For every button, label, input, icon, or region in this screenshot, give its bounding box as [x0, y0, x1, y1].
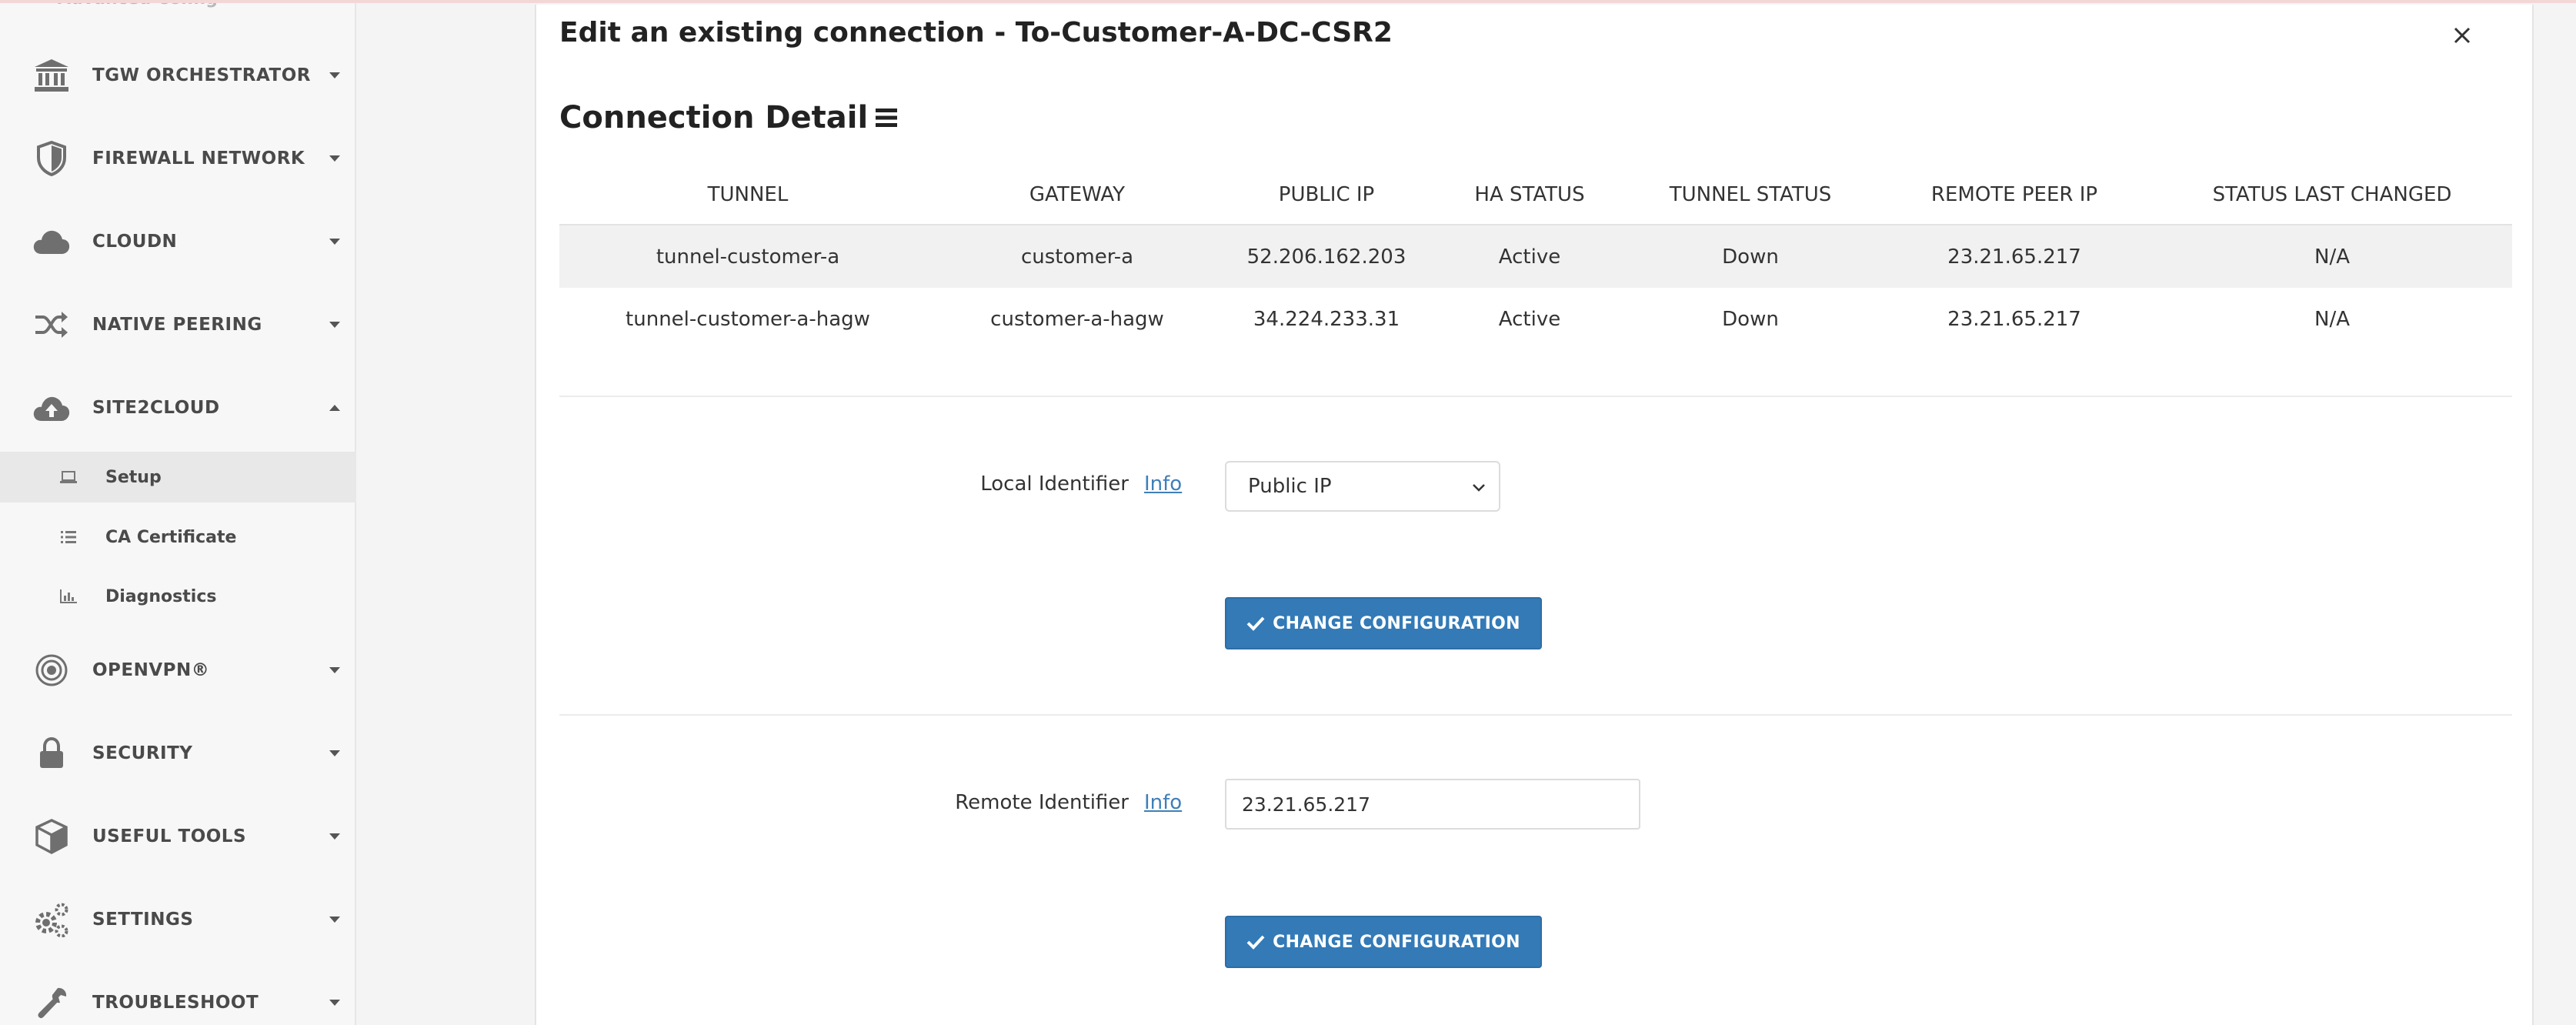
sidebar-item-native-peering[interactable]: NATIVE PEERING — [0, 294, 356, 356]
column-header-tunnel[interactable]: TUNNEL — [559, 165, 936, 225]
column-header-tunnel-status[interactable]: TUNNEL STATUS — [1624, 165, 1877, 225]
laptop-icon — [58, 467, 78, 487]
sidebar-item-label: FIREWALL NETWORK — [92, 149, 305, 169]
close-icon — [2454, 27, 2471, 44]
column-header-status-last-changed[interactable]: STATUS LAST CHANGED — [2152, 165, 2512, 225]
cell-tunnel: tunnel-customer-a-hagw — [626, 308, 870, 331]
divider — [559, 396, 2512, 397]
shield-icon — [32, 139, 71, 178]
gears-icon — [32, 900, 71, 939]
bank-icon — [32, 56, 71, 95]
sidebar-item-label: Setup — [105, 467, 162, 487]
local-identifier-info-link[interactable]: Info — [1144, 472, 1182, 496]
sidebar-item-diagnostics[interactable]: Diagnostics — [0, 571, 356, 622]
remote-identifier-info-link[interactable]: Info — [1144, 791, 1182, 814]
button-label: CHANGE CONFIGURATION — [1273, 932, 1520, 952]
sidebar-item-setup[interactable]: Setup — [0, 452, 356, 502]
menu-button[interactable] — [873, 105, 899, 131]
cell-gateway: customer-a-hagw — [990, 308, 1164, 331]
chevron-down-icon — [329, 155, 340, 162]
sidebar-item-troubleshoot[interactable]: TROUBLESHOOT — [0, 972, 356, 1025]
sidebar-item-site2cloud[interactable]: SITE2CLOUD — [0, 377, 356, 439]
close-button[interactable] — [2447, 20, 2478, 51]
cell-public-ip: 34.224.233.31 — [1253, 308, 1400, 331]
hamburger-icon — [876, 109, 897, 127]
chevron-down-icon — [329, 667, 340, 673]
target-icon — [32, 651, 71, 689]
sidebar-item-label: CA Certificate — [105, 527, 237, 547]
cell-ha-status: Active — [1498, 308, 1561, 331]
wrench-icon — [32, 983, 71, 1022]
sidebar-item-ca-certificate[interactable]: CA Certificate — [0, 512, 356, 563]
sidebar-item-label: USEFUL TOOLS — [92, 826, 247, 846]
chevron-down-icon — [329, 322, 340, 328]
section-title: Connection Detail — [559, 100, 869, 135]
cell-remote-peer-ip: 23.21.65.217 — [1947, 308, 2081, 331]
column-header-remote-peer-ip[interactable]: REMOTE PEER IP — [1877, 165, 2152, 225]
cell-public-ip: 52.206.162.203 — [1218, 225, 1435, 288]
cell-remote-peer-ip: 23.21.65.217 — [1877, 225, 2152, 288]
edit-connection-dialog: Edit an existing connection - To-Custome… — [535, 5, 2534, 1025]
dialog-title: Edit an existing connection - To-Custome… — [559, 17, 1393, 48]
divider — [559, 714, 2512, 716]
chevron-down-icon — [329, 750, 340, 756]
column-header-ha-status[interactable]: HA STATUS — [1435, 165, 1624, 225]
table-row[interactable]: tunnel-customer-a customer-a 52.206.162.… — [559, 225, 2512, 288]
cell-gateway: customer-a — [936, 225, 1218, 288]
check-icon — [1246, 934, 1265, 950]
sidebar-item-label: Diagnostics — [105, 586, 217, 606]
cell-tunnel-status: Down — [1624, 225, 1877, 288]
cell-status-last-changed: N/A — [2152, 225, 2512, 288]
sidebar-item-label: SECURITY — [92, 743, 193, 763]
sidebar-item-label: TROUBLESHOOT — [92, 993, 259, 1013]
lock-icon — [32, 734, 71, 773]
sidebar-item-label: SITE2CLOUD — [92, 398, 220, 418]
bar-chart-icon — [58, 586, 78, 606]
sidebar-item-firewall-network[interactable]: FIREWALL NETWORK — [0, 128, 356, 189]
remote-identifier-input[interactable] — [1225, 779, 1640, 830]
chevron-down-icon — [329, 72, 340, 78]
connection-table: TUNNEL GATEWAY PUBLIC IP HA STATUS TUNNE… — [559, 165, 2512, 351]
cloud-upload-icon — [32, 389, 71, 427]
chevron-down-icon — [329, 1000, 340, 1006]
table-row[interactable]: tunnel-customer-a-hagw customer-a-hagw 3… — [559, 288, 2512, 351]
sidebar-item-label: SETTINGS — [92, 910, 194, 930]
cloud-icon — [32, 222, 71, 261]
sidebar: Advanced Config TGW ORCHESTRATOR FIREWAL… — [0, 0, 356, 1025]
table-header-row: TUNNEL GATEWAY PUBLIC IP HA STATUS TUNNE… — [559, 165, 2512, 225]
sidebar-item-tgw-orchestrator[interactable]: TGW ORCHESTRATOR — [0, 45, 356, 106]
sidebar-item-openvpn[interactable]: OPENVPN® — [0, 639, 356, 701]
cell-tunnel: tunnel-customer-a — [559, 225, 936, 288]
sidebar-item-label: TGW ORCHESTRATOR — [92, 65, 311, 85]
top-accent-bar — [0, 0, 2576, 3]
select-value: Public IP — [1248, 475, 1332, 498]
local-identifier-select[interactable]: Public IP — [1225, 461, 1500, 512]
shuffle-icon — [32, 305, 71, 344]
sidebar-item-label: CLOUDN — [92, 232, 178, 252]
chevron-up-icon — [329, 405, 340, 411]
column-header-gateway[interactable]: GATEWAY — [936, 165, 1218, 225]
chevron-down-icon — [329, 239, 340, 245]
check-icon — [1246, 616, 1265, 631]
cell-status-last-changed: N/A — [2314, 308, 2350, 331]
button-label: CHANGE CONFIGURATION — [1273, 613, 1520, 633]
sidebar-item-useful-tools[interactable]: USEFUL TOOLS — [0, 806, 356, 867]
cube-icon — [32, 817, 71, 856]
sidebar-item-cloudn[interactable]: CLOUDN — [0, 211, 356, 272]
sidebar-item-settings[interactable]: SETTINGS — [0, 889, 356, 950]
cell-ha-status: Active — [1435, 225, 1624, 288]
remote-identifier-label: Remote Identifier — [955, 791, 1129, 814]
change-configuration-button-remote[interactable]: CHANGE CONFIGURATION — [1225, 916, 1542, 968]
chevron-down-icon — [329, 833, 340, 840]
column-header-public-ip[interactable]: PUBLIC IP — [1218, 165, 1435, 225]
sidebar-item-label: NATIVE PEERING — [92, 315, 262, 335]
chevron-down-icon — [329, 916, 340, 923]
change-configuration-button-local[interactable]: CHANGE CONFIGURATION — [1225, 597, 1542, 649]
local-identifier-label: Local Identifier — [980, 472, 1129, 496]
sidebar-item-label: OPENVPN® — [92, 660, 210, 680]
chevron-down-icon — [1473, 484, 1485, 492]
sidebar-item-security[interactable]: SECURITY — [0, 723, 356, 784]
list-icon — [58, 527, 78, 547]
cell-tunnel-status: Down — [1722, 308, 1779, 331]
